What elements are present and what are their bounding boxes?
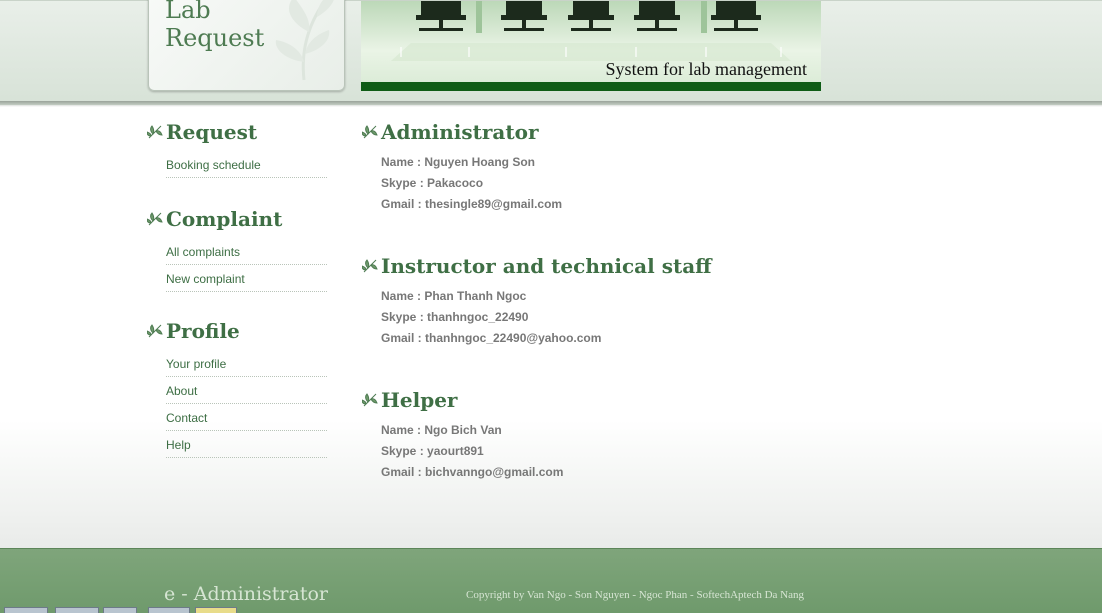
sidebar-section-label: Complaint (166, 207, 283, 231)
sidebar-section-title: Request (147, 118, 327, 146)
sidebar-section-request: Request Booking schedule (147, 118, 327, 178)
new-complaint-link[interactable]: New complaint (166, 272, 245, 286)
site-title: Lab Request (165, 0, 265, 52)
sidebar-section-label: Profile (166, 319, 240, 343)
header-shadow (0, 101, 1102, 107)
contact-info: Name : Nguyen Hoang Son Skype : Pakacoco… (381, 152, 962, 215)
sidebar-item-contact: Contact (166, 405, 327, 431)
leaf-icon (362, 125, 378, 139)
contact-group-label: Instructor and technical staff (381, 254, 712, 278)
contact-gmail: Gmail : thanhngoc_22490@yahoo.com (381, 331, 602, 345)
contact-skype: Skype : Pakacoco (381, 176, 484, 190)
leaf-icon (362, 393, 378, 407)
contact-group-instructor: Instructor and technical staff Name : Ph… (362, 252, 962, 349)
help-link[interactable]: Help (166, 438, 191, 452)
taskbar-button[interactable] (103, 607, 137, 613)
contact-group-label: Helper (381, 388, 458, 412)
sidebar-item-help: Help (166, 432, 327, 458)
about-link[interactable]: About (166, 384, 197, 398)
leaf-icon (147, 324, 163, 338)
leaf-icon (147, 212, 163, 226)
contact-name: Name : Ngo Bich Van (381, 423, 502, 437)
taskbar-button[interactable] (148, 607, 190, 613)
sidebar-link-list: Booking schedule (166, 152, 327, 178)
header: Lab Request System for lab management (0, 0, 1102, 105)
sidebar-item-all-complaints: All complaints (166, 239, 327, 265)
banner-image: System for lab management (361, 1, 821, 91)
leaf-icon (362, 259, 378, 273)
sidebar-item-about: About (166, 378, 327, 404)
contact-skype: Skype : yaourt891 (381, 444, 484, 458)
contact-group-label: Administrator (381, 120, 539, 144)
contact-gmail: Gmail : thesingle89@gmail.com (381, 197, 563, 211)
sidebar-link-list: Your profile About Contact Help (166, 351, 327, 458)
contact-skype: Skype : thanhngoc_22490 (381, 310, 529, 324)
contact-group-title: Administrator (362, 118, 962, 146)
contact-group-helper: Helper Name : Ngo Bich Van Skype : yaour… (362, 386, 962, 483)
taskbar-button[interactable] (55, 607, 99, 613)
sidebar-section-title: Profile (147, 317, 327, 345)
leaf-icon (147, 125, 163, 139)
sidebar: Request Booking schedule Complaint All c… (147, 118, 327, 459)
taskbar-button[interactable] (4, 607, 48, 613)
contact-group-title: Helper (362, 386, 962, 414)
footer-brand: e - Administrator (164, 583, 328, 605)
contact-name: Name : Phan Thanh Ngoc (381, 289, 527, 303)
sidebar-item-booking-schedule: Booking schedule (166, 152, 327, 178)
taskbar-button-active[interactable] (195, 607, 237, 613)
contact-content: Administrator Name : Nguyen Hoang Son Sk… (362, 118, 962, 483)
banner-bar (361, 82, 821, 91)
contact-name: Name : Nguyen Hoang Son (381, 155, 536, 169)
contact-gmail: Gmail : bichvanngo@gmail.com (381, 465, 564, 479)
taskbar (0, 607, 1102, 613)
sidebar-item-new-complaint: New complaint (166, 266, 327, 292)
sidebar-item-your-profile: Your profile (166, 351, 327, 377)
sidebar-section-profile: Profile Your profile About Contact Help (147, 317, 327, 458)
sidebar-section-label: Request (166, 120, 258, 144)
banner-tagline: System for lab management (605, 59, 807, 79)
sidebar-section-complaint: Complaint All complaints New complaint (147, 205, 327, 292)
contact-group-title: Instructor and technical staff (362, 252, 962, 280)
contact-info: Name : Phan Thanh Ngoc Skype : thanhngoc… (381, 286, 962, 349)
your-profile-link[interactable]: Your profile (166, 357, 226, 371)
contact-link[interactable]: Contact (166, 411, 207, 425)
sidebar-link-list: All complaints New complaint (166, 239, 327, 292)
booking-schedule-link[interactable]: Booking schedule (166, 158, 261, 172)
contact-group-administrator: Administrator Name : Nguyen Hoang Son Sk… (362, 118, 962, 215)
sidebar-section-title: Complaint (147, 205, 327, 233)
contact-info: Name : Ngo Bich Van Skype : yaourt891 Gm… (381, 420, 962, 483)
footer: e - Administrator Copyright by Van Ngo -… (0, 548, 1102, 613)
logo[interactable]: Lab Request (148, 0, 345, 91)
footer-copyright: Copyright by Van Ngo - Son Nguyen - Ngoc… (466, 589, 804, 601)
all-complaints-link[interactable]: All complaints (166, 245, 240, 259)
